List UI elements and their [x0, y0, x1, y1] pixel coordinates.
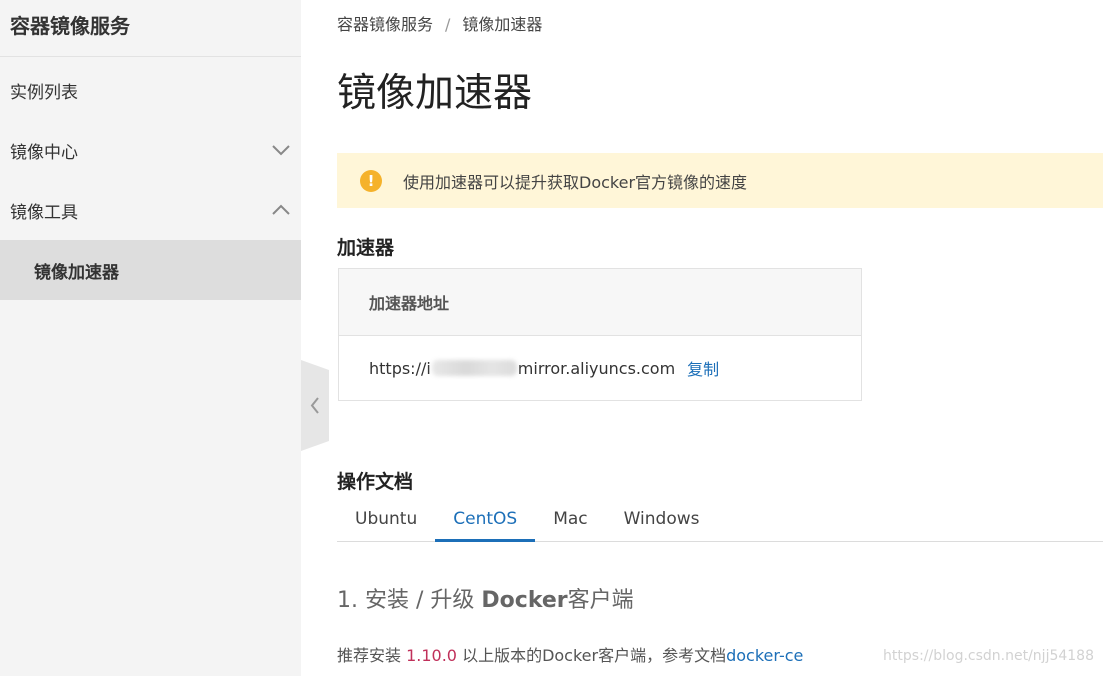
- sidebar-item-label: 镜像工具: [10, 202, 78, 223]
- step-title-text: 安装 / 升级: [365, 588, 475, 613]
- breadcrumb-current: 镜像加速器: [462, 15, 543, 34]
- step-text-after: 以上版本的Docker客户端，参考文档: [456, 646, 727, 665]
- tab-ubuntu[interactable]: Ubuntu: [337, 503, 435, 542]
- sidebar-item-label: 镜像中心: [10, 142, 78, 163]
- info-notice: ! 使用加速器可以提升获取Docker官方镜像的速度: [337, 153, 1103, 208]
- notice-text: 使用加速器可以提升获取Docker官方镜像的速度: [403, 172, 748, 192]
- breadcrumb-root[interactable]: 容器镜像服务: [337, 15, 433, 34]
- accelerator-panel: 加速器地址 https://i mirror.aliyuncs.com 复制: [338, 268, 862, 401]
- step-title: 1. 安装 / 升级 Docker客户端: [337, 582, 634, 614]
- tab-windows[interactable]: Windows: [606, 503, 718, 542]
- sidebar-item-instance-list[interactable]: 实例列表: [0, 60, 301, 120]
- tab-mac[interactable]: Mac: [535, 503, 605, 542]
- sidebar-item-label: 实例列表: [10, 82, 78, 103]
- blurred-url-segment: [431, 360, 517, 376]
- watermark: https://blog.csdn.net/njj54188: [883, 648, 1094, 664]
- accelerator-url-suffix: mirror.aliyuncs.com: [517, 358, 676, 378]
- accelerator-url-row: https://i mirror.aliyuncs.com 复制: [339, 336, 861, 400]
- sidebar-title: 容器镜像服务: [0, 0, 301, 57]
- docs-section-title: 操作文档: [337, 471, 414, 493]
- step-title-end: 客户端: [567, 588, 634, 613]
- tab-centos[interactable]: CentOS: [435, 503, 536, 542]
- copy-link[interactable]: 复制: [687, 356, 719, 380]
- os-tabs: Ubuntu CentOS Mac Windows: [337, 503, 1103, 542]
- breadcrumb: 容器镜像服务 / 镜像加速器: [337, 11, 542, 35]
- step-number: 1.: [337, 588, 358, 613]
- sidebar-item-image-tools[interactable]: 镜像工具: [0, 180, 301, 240]
- step-description: 推荐安装 1.10.0 以上版本的Docker客户端，参考文档docker-ce: [337, 642, 803, 666]
- accelerator-url-prefix: https://i: [369, 358, 431, 378]
- page-title: 镜像加速器: [337, 71, 533, 116]
- warning-icon: !: [360, 169, 382, 192]
- breadcrumb-separator: /: [445, 15, 451, 34]
- sidebar-collapse-handle[interactable]: [301, 360, 329, 451]
- main-content: 容器镜像服务 / 镜像加速器 镜像加速器 ! 使用加速器可以提升获取Docker官方…: [337, 0, 1103, 676]
- sidebar-item-image-center[interactable]: 镜像中心: [0, 120, 301, 180]
- accelerator-section-title: 加速器: [337, 237, 395, 259]
- docker-ce-link[interactable]: docker-ce: [726, 646, 803, 665]
- accelerator-header: 加速器地址: [339, 269, 861, 336]
- step-title-bold: Docker: [481, 588, 568, 613]
- sidebar-item-image-accelerator[interactable]: 镜像加速器: [0, 240, 301, 300]
- chevron-down-icon: [261, 144, 301, 156]
- sidebar: 容器镜像服务 实例列表 镜像中心 镜像工具 镜像加速器: [0, 0, 301, 676]
- version-number: 1.10.0: [406, 646, 457, 665]
- chevron-up-icon: [261, 204, 301, 216]
- step-text-before: 推荐安装: [337, 646, 407, 665]
- sidebar-item-label: 镜像加速器: [34, 262, 119, 283]
